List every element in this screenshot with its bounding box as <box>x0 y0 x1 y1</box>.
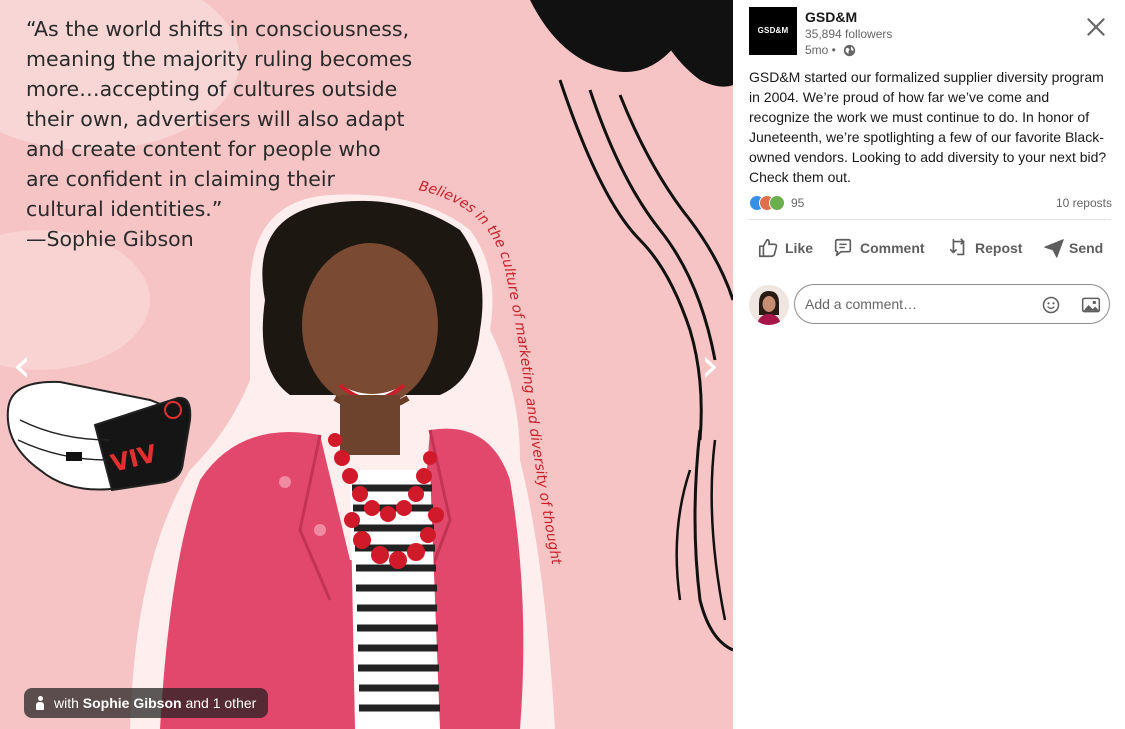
repost-button[interactable]: Repost <box>947 230 1047 266</box>
image-icon[interactable] <box>1081 295 1101 315</box>
company-logo[interactable]: GSD&M <box>749 7 797 55</box>
send-button[interactable]: Send <box>1043 230 1113 266</box>
repost-icon <box>949 238 965 256</box>
avatar[interactable] <box>749 285 789 325</box>
post-panel: GSD&M GSD&M 35,894 followers 5mo • GSD&M… <box>733 0 1125 729</box>
close-icon[interactable] <box>1083 14 1109 40</box>
tagged-people-button[interactable]: with Sophie Gibson and 1 other <box>24 688 269 718</box>
next-image-button[interactable]: › <box>690 330 730 400</box>
user-avatar-image <box>749 285 789 325</box>
globe-icon <box>843 44 856 57</box>
company-name[interactable]: GSD&M <box>805 9 857 25</box>
comment-placeholder: Add a comment… <box>805 296 918 312</box>
post-body: GSD&M started our formalized supplier di… <box>749 69 1107 185</box>
follower-count: 35,894 followers <box>805 27 893 41</box>
like-button[interactable]: Like <box>757 230 827 266</box>
emoji-icon[interactable] <box>1041 295 1061 315</box>
divider <box>749 219 1111 220</box>
comment-button[interactable]: Comment <box>832 230 942 266</box>
repost-count[interactable]: 10 reposts <box>1056 195 1112 211</box>
post-image: VIV “As the world shifts in consciousnes… <box>0 0 733 729</box>
tag-suffix: and 1 other <box>185 695 257 711</box>
post-age: 5mo • <box>805 43 836 57</box>
like-icon <box>758 238 778 258</box>
curved-caption-text: Believes in the culture of marketing and… <box>417 178 564 566</box>
svg-text:Believes in the culture of mar: Believes in the culture of marketing and… <box>417 178 564 566</box>
comment-icon <box>834 238 852 257</box>
curved-caption: Believes in the culture of marketing and… <box>417 178 564 566</box>
previous-image-button[interactable]: ‹ <box>2 330 42 400</box>
send-icon <box>1044 239 1064 258</box>
support-reaction-icon <box>769 195 785 211</box>
comment-input[interactable]: Add a comment… <box>794 284 1110 324</box>
tag-name: Sophie Gibson <box>82 695 182 711</box>
action-bar: Like Comment Repost Send <box>749 230 1111 266</box>
reaction-count: 95 <box>791 196 805 210</box>
tag-prefix: with <box>54 695 79 711</box>
person-icon <box>36 696 44 710</box>
